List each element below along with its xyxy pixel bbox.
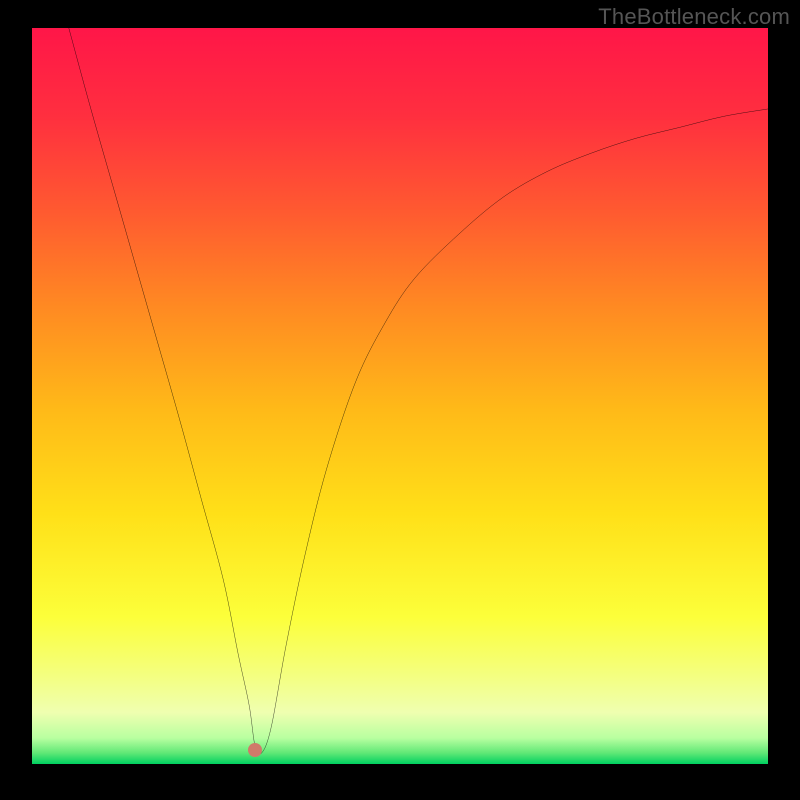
watermark-text: TheBottleneck.com [598,4,790,30]
bottleneck-curve [69,28,768,754]
minimum-marker [248,743,262,757]
curve-layer [32,28,768,764]
chart-frame: TheBottleneck.com [0,0,800,800]
plot-area [32,28,768,768]
